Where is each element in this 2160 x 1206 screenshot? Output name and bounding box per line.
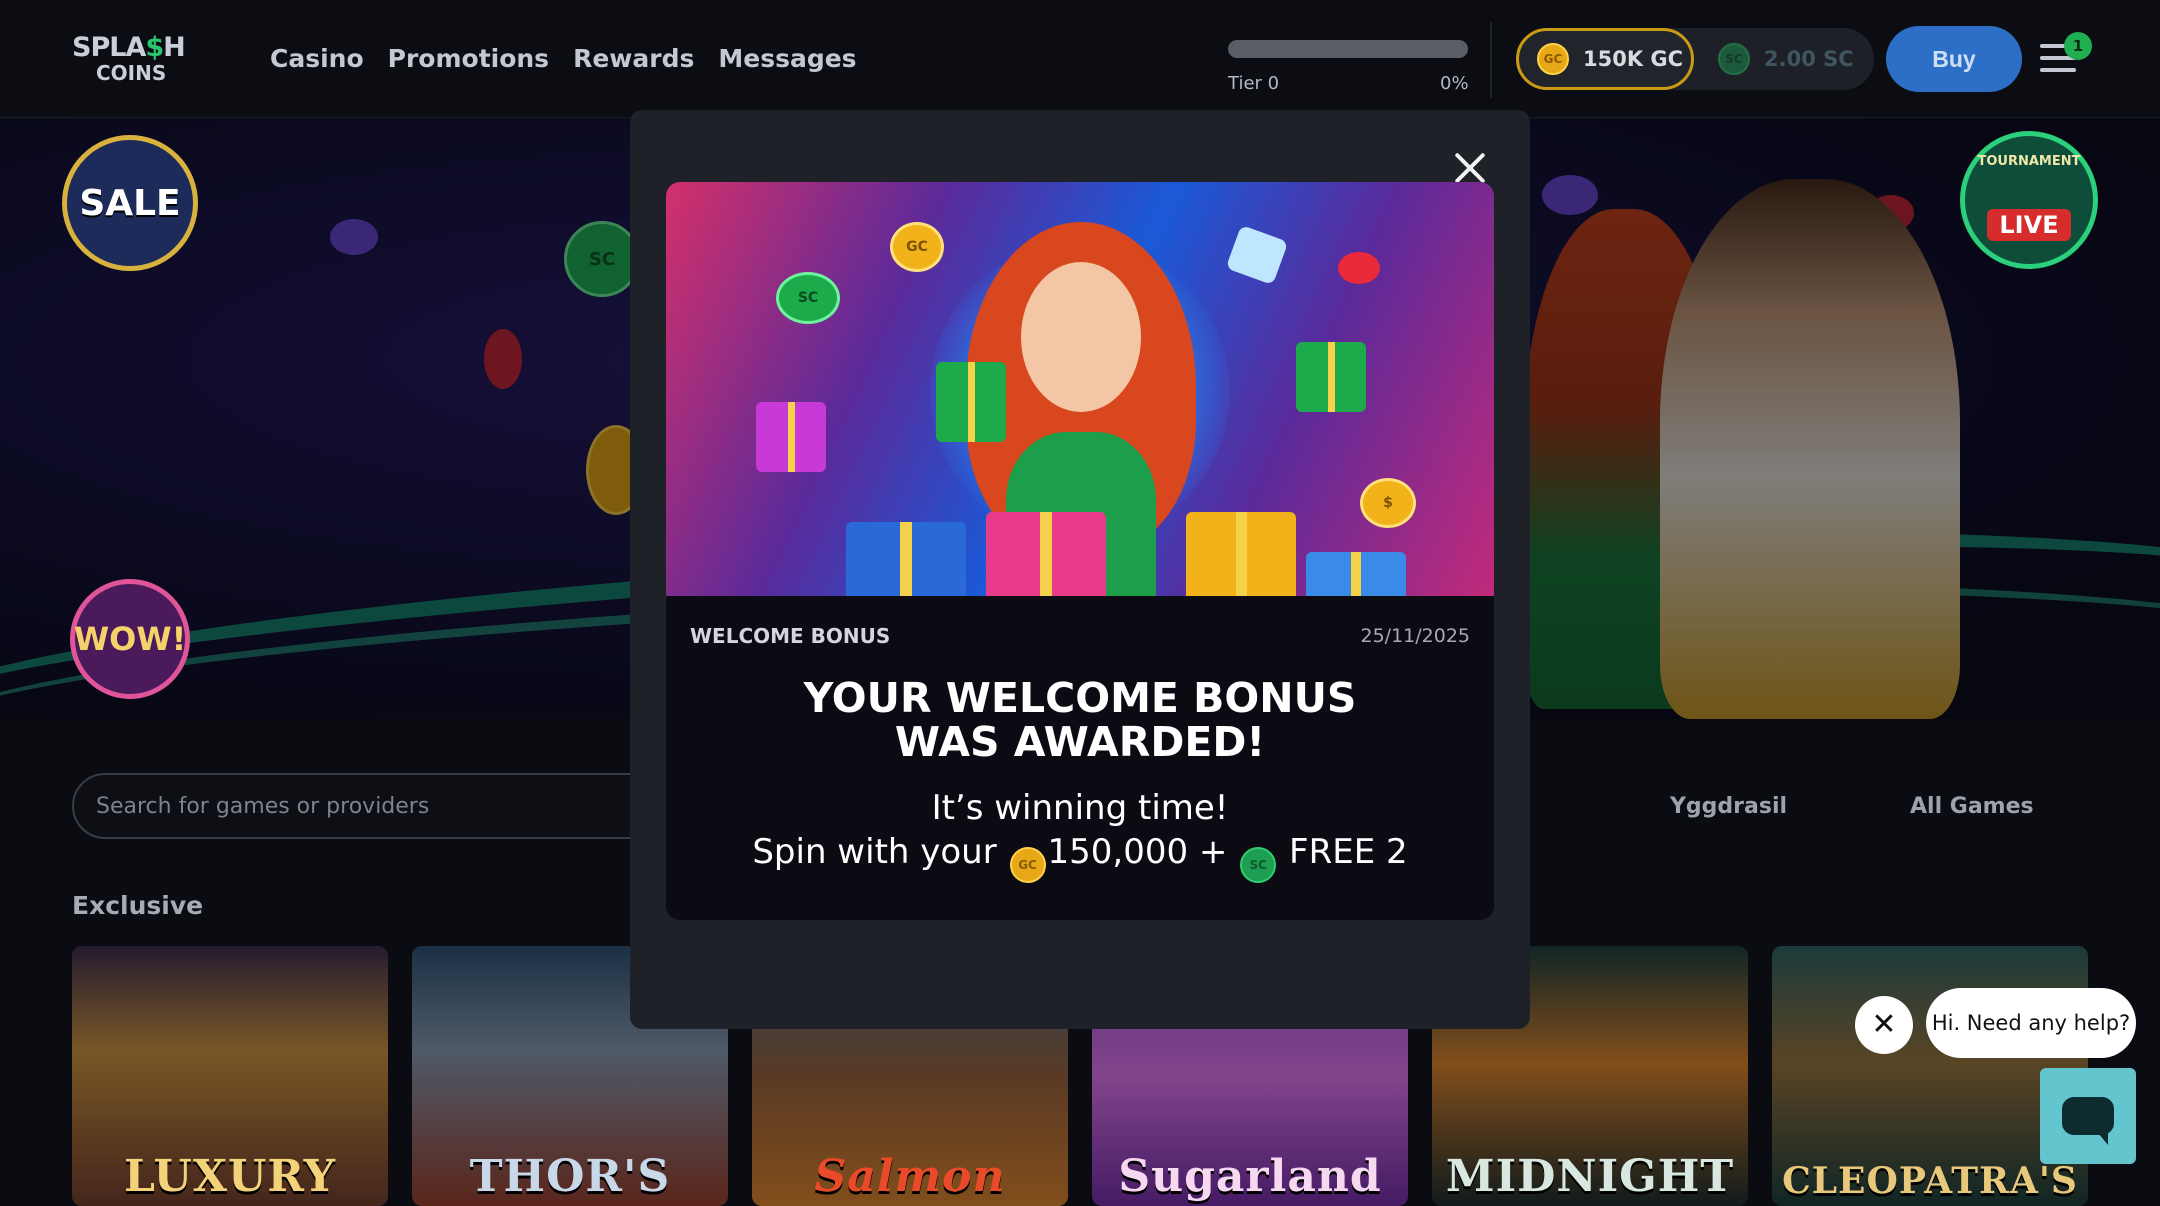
gift-box-icon	[756, 402, 826, 472]
gift-box-icon	[1296, 342, 1366, 412]
bonus-type-label: WELCOME BONUS	[690, 624, 890, 648]
diamond-icon	[1226, 225, 1289, 285]
casino-chip-icon	[1338, 252, 1380, 284]
bonus-headline: YOUR WELCOME BONUS WAS AWARDED!	[666, 676, 1494, 764]
bonus-date: 25/11/2025	[1360, 625, 1470, 647]
gift-box-icon	[846, 522, 966, 596]
close-icon[interactable]	[1452, 150, 1488, 186]
chat-dismiss-button[interactable]: ✕	[1855, 996, 1913, 1054]
gc-amount: 150,000 +	[1048, 832, 1228, 872]
gift-box-icon	[986, 512, 1106, 596]
chat-launcher-button[interactable]	[2040, 1068, 2136, 1164]
gold-coin-icon: GC	[1010, 847, 1046, 883]
headline-line-2: WAS AWARDED!	[666, 720, 1494, 764]
woman-face-illustration	[1021, 262, 1141, 412]
gift-box-icon	[936, 362, 1006, 442]
gold-coin-icon: $	[1360, 478, 1416, 528]
subtext-line-1: It’s winning time!	[666, 786, 1494, 830]
welcome-bonus-card: GC SC $ WELCOME BONUS 25/11/2025 YOUR WE…	[666, 182, 1494, 920]
chat-icon	[2062, 1097, 2114, 1135]
chat-greeting-bubble[interactable]: Hi. Need any help?	[1926, 988, 2136, 1058]
subtext-line-2: Spin with your GC150,000 + SC FREE 2	[666, 830, 1494, 883]
gold-coin-icon: GC	[890, 222, 944, 272]
bonus-subtext: It’s winning time! Spin with your GC150,…	[666, 786, 1494, 883]
headline-line-1: YOUR WELCOME BONUS	[666, 676, 1494, 720]
welcome-bonus-illustration: GC SC $	[666, 182, 1494, 596]
close-icon: ✕	[1871, 1010, 1896, 1040]
sweeps-coin-icon: SC	[1240, 847, 1276, 883]
gift-box-icon	[1186, 512, 1296, 596]
sweeps-coin-icon: SC	[776, 272, 840, 324]
gift-box-icon	[1306, 552, 1406, 596]
subtext-prefix: Spin with your	[752, 832, 996, 872]
sc-amount: FREE 2	[1289, 832, 1408, 872]
